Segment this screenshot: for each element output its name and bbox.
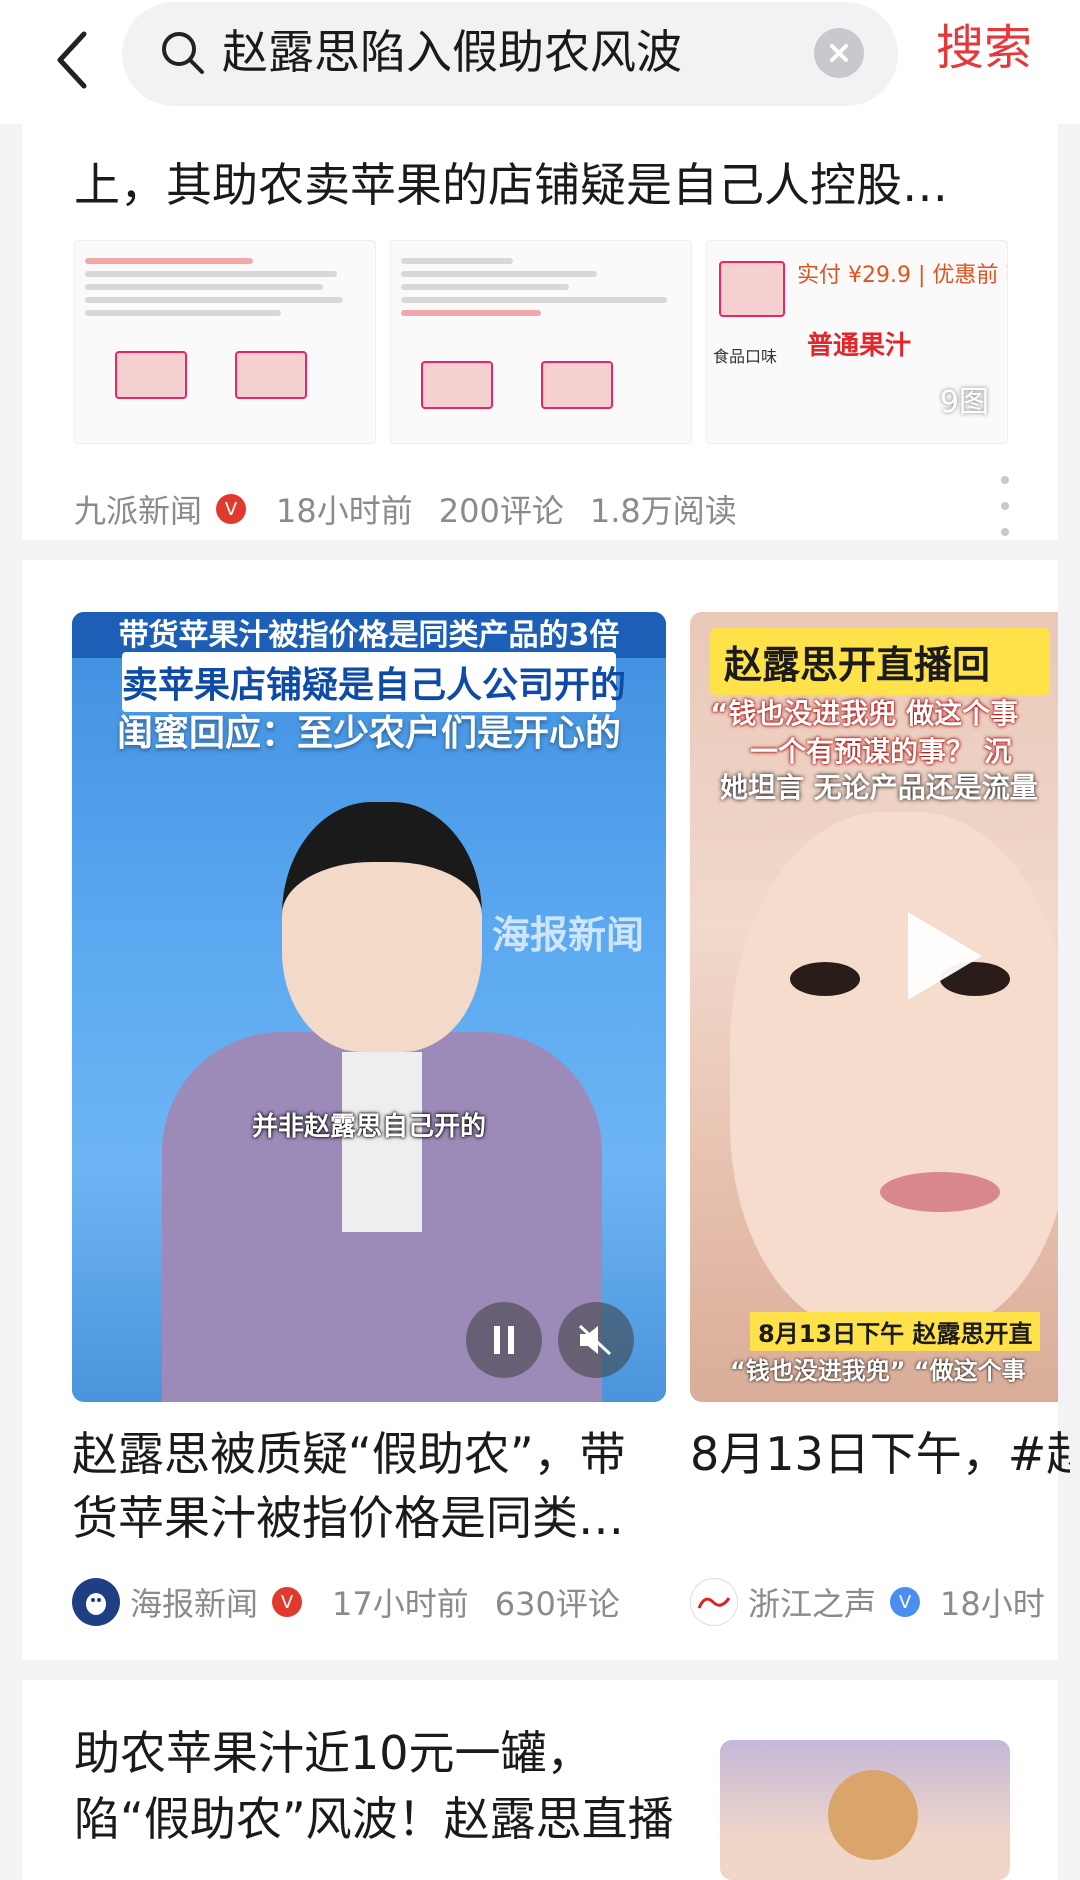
source-name[interactable]: 海报新闻 bbox=[130, 1579, 258, 1625]
article-meta: 九派新闻 V 18小时前 200评论 1.8万阅读 bbox=[74, 486, 737, 532]
close-icon bbox=[830, 44, 848, 62]
video-title[interactable]: 赵露思被质疑“假助农”，带货苹果汁被指价格是同类… bbox=[72, 1422, 632, 1550]
penguin-logo-icon bbox=[86, 1593, 106, 1615]
video-title[interactable]: 8月13日下午，#赵露思直播回应假助农： bbox=[690, 1422, 1070, 1486]
read-count: 1.8万阅读 bbox=[589, 492, 737, 530]
video-caption: “钱也没进我兜” “做这个事 bbox=[730, 1357, 1026, 1385]
thumbnail-image[interactable] bbox=[390, 240, 692, 444]
video-caption: 她坦言 无论产品还是流量 bbox=[720, 771, 1038, 804]
article-title[interactable]: 助农苹果汁近10元一罐，陷“假助农”风波！赵露思直播 bbox=[74, 1720, 674, 1852]
thumbnail-image[interactable]: 实付 ¥29.9 | 优惠前 ¥35.9 食品口味 普通果汁 9图 bbox=[706, 240, 1008, 444]
result-card-article[interactable]: 上，其助农卖苹果的店铺疑是自己人控股… 实付 ¥29.9 | 优惠前 ¥35.9… bbox=[22, 124, 1058, 540]
video-meta: 浙江之声 V 18小时 bbox=[690, 1578, 1045, 1626]
video-caption: “钱也没进我兜 做这个事 bbox=[710, 697, 1019, 730]
mute-button[interactable] bbox=[558, 1302, 634, 1378]
pause-button[interactable] bbox=[466, 1302, 542, 1378]
speaker-muted-icon bbox=[578, 1324, 612, 1356]
publish-time: 17小时前 bbox=[332, 1585, 469, 1623]
chevron-left-icon bbox=[57, 31, 87, 89]
verified-icon: V bbox=[890, 1587, 921, 1617]
image-count-badge: 9图 bbox=[939, 385, 989, 420]
radio-logo-icon bbox=[697, 1597, 731, 1609]
thumbnail-product-label: 普通果汁 bbox=[807, 331, 912, 361]
search-icon bbox=[162, 32, 204, 74]
article-title[interactable]: 上，其助农卖苹果的店铺疑是自己人控股… bbox=[74, 154, 948, 216]
result-card-article[interactable]: 助农苹果汁近10元一罐，陷“假助农”风波！赵露思直播 bbox=[22, 1680, 1058, 1880]
comment-count: 200评论 bbox=[438, 492, 564, 530]
video-meta: 海报新闻 V 17小时前 630评论 bbox=[72, 1578, 620, 1626]
search-query[interactable]: 赵露思陷入假助农风波 bbox=[222, 24, 682, 80]
thumbnail-strip[interactable]: 实付 ¥29.9 | 优惠前 ¥35.9 食品口味 普通果汁 9图 bbox=[74, 240, 1008, 444]
play-icon[interactable] bbox=[908, 912, 982, 1000]
thumbnail-image[interactable] bbox=[720, 1740, 1010, 1880]
video-caption: 一个有预谋的事？ 沉 bbox=[750, 735, 1012, 768]
video-watermark: 海报新闻 bbox=[492, 913, 645, 957]
thumbnail-taste-label: 食品口味 bbox=[713, 347, 778, 366]
publish-time: 18小时前 bbox=[276, 492, 413, 530]
video-subtitle: 并非赵露思自己开的 bbox=[251, 1112, 486, 1142]
search-header: 赵露思陷入假助农风波 搜索 bbox=[0, 0, 1080, 124]
avatar[interactable] bbox=[690, 1578, 738, 1626]
video-caption: 赵露思开直播回 bbox=[710, 628, 1050, 695]
video-player[interactable]: 带货苹果汁被指价格是同类产品的3倍 卖苹果店铺疑是自己人公司开的 闺蜜回应：至少… bbox=[72, 612, 666, 1402]
verified-icon: V bbox=[216, 494, 247, 524]
video-caption: 闺蜜回应：至少农户们是开心的 bbox=[116, 713, 621, 754]
search-button[interactable]: 搜索 bbox=[936, 18, 1032, 78]
publish-time: 18小时 bbox=[940, 1585, 1045, 1623]
thumbnail-image[interactable] bbox=[74, 240, 376, 444]
search-input[interactable]: 赵露思陷入假助农风波 bbox=[122, 2, 898, 106]
video-player[interactable]: 赵露思开直播回 “钱也没进我兜 做这个事 一个有预谋的事？ 沉 她坦言 无论产品… bbox=[690, 612, 1058, 1402]
comment-count: 630评论 bbox=[494, 1585, 620, 1623]
video-caption: 8月13日下午 赵露思开直 bbox=[750, 1312, 1041, 1351]
verified-icon: V bbox=[272, 1587, 303, 1617]
source-name[interactable]: 浙江之声 bbox=[748, 1579, 876, 1625]
video-result-row: 带货苹果汁被指价格是同类产品的3倍 卖苹果店铺疑是自己人公司开的 闺蜜回应：至少… bbox=[22, 560, 1070, 1660]
video-bottom-caption: 8月13日下午 赵露思开直 “钱也没进我兜” “做这个事 bbox=[690, 1312, 1058, 1386]
clear-search-button[interactable] bbox=[814, 28, 864, 78]
pause-icon bbox=[494, 1326, 514, 1354]
face-figure bbox=[730, 812, 1058, 1332]
video-caption: 卖苹果店铺疑是自己人公司开的 bbox=[122, 652, 626, 712]
back-button[interactable] bbox=[44, 20, 100, 100]
avatar[interactable] bbox=[72, 1578, 120, 1626]
thumbnail-price-text: 实付 ¥29.9 | 优惠前 ¥35.9 bbox=[797, 263, 1007, 288]
source-name[interactable]: 九派新闻 bbox=[74, 486, 202, 532]
more-options-icon[interactable] bbox=[1000, 476, 1010, 536]
